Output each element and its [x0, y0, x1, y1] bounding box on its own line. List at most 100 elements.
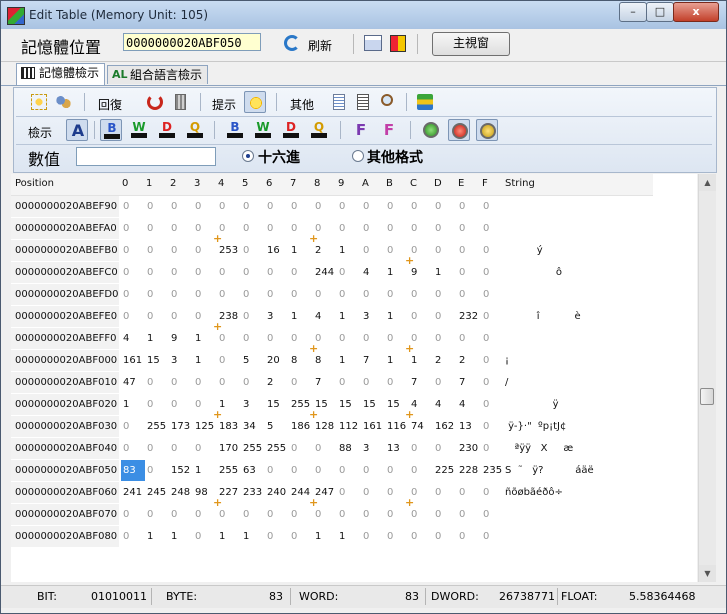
table-row[interactable]: 0000000020ABF030 0 255 173 125 183 34 5 186 128 11… — [11, 416, 697, 438]
byte-cell[interactable]: 0 — [145, 306, 169, 327]
byte-cell[interactable]: 170 — [217, 438, 241, 459]
byte-cell[interactable]: 161 — [121, 350, 145, 371]
byte-cell[interactable]: 0 — [361, 328, 385, 349]
byte-cell[interactable]: 0 — [481, 328, 505, 349]
byte-cell[interactable]: 0 — [193, 196, 217, 217]
byte-cell[interactable]: 0 — [121, 262, 145, 283]
byte-cell[interactable]: 0 — [361, 482, 385, 503]
byte-cell[interactable]: 0 — [337, 504, 361, 525]
byte-cell[interactable]: 0 — [433, 438, 457, 459]
byte-cell[interactable]: 83 — [121, 460, 145, 481]
byte-cell[interactable]: 0 — [337, 284, 361, 305]
byte-cell[interactable]: 0 — [481, 526, 505, 547]
byte-cell[interactable]: 0 — [337, 262, 361, 283]
byte-cell[interactable]: 0 — [193, 284, 217, 305]
byte-cell[interactable]: 15 — [145, 350, 169, 371]
byte-hex-button[interactable]: B — [224, 119, 246, 141]
byte-cell[interactable]: 0 — [337, 460, 361, 481]
byte-cell[interactable]: 0 — [481, 372, 505, 393]
byte-cell[interactable]: 0 — [145, 438, 169, 459]
byte-cell[interactable]: 2 — [265, 372, 289, 393]
byte-cell[interactable]: 0 — [145, 460, 169, 481]
byte-cell[interactable]: 0 — [385, 196, 409, 217]
byte-cell[interactable]: 255 — [145, 416, 169, 437]
float32-button[interactable]: F — [350, 119, 372, 141]
byte-cell[interactable]: 0 — [241, 306, 265, 327]
byte-cell[interactable]: 2 — [433, 350, 457, 371]
byte-cell[interactable]: 0 — [193, 526, 217, 547]
byte-cell[interactable]: 7 — [409, 372, 433, 393]
byte-cell[interactable]: 0 — [361, 284, 385, 305]
table-row[interactable]: 0000000020ABF050 83 0 152 1 255 63 0 0 0 0 0 0 0 225 22… — [11, 460, 697, 482]
byte-cell[interactable]: 7 — [313, 372, 337, 393]
byte-cell[interactable]: 9 — [169, 328, 193, 349]
byte-cell[interactable]: 0 — [409, 438, 433, 459]
byte-cell[interactable]: 248 — [169, 482, 193, 503]
byte-cell[interactable]: 0 — [457, 526, 481, 547]
undo-button[interactable] — [144, 91, 166, 113]
byte-cell[interactable]: 173 — [169, 416, 193, 437]
table-row[interactable]: 0000000020ABF010 47 0 0 0 0 0 2 0 7 0 0 0 7 0 7 0/ — [11, 372, 697, 394]
tab-assembly-view[interactable]: AL 組合語言檢示 — [107, 65, 208, 84]
stack-button[interactable] — [414, 91, 436, 113]
byte-cell[interactable]: 0 — [169, 218, 193, 239]
byte-cell[interactable]: 0 — [385, 526, 409, 547]
byte-cell[interactable]: 0 — [361, 240, 385, 261]
byte-cell[interactable]: 0 — [337, 196, 361, 217]
byte-cell[interactable]: 0 — [145, 394, 169, 415]
byte-cell[interactable]: 0 — [217, 350, 241, 371]
byte-cell[interactable]: 1 — [313, 526, 337, 547]
byte-cell[interactable]: 0 — [289, 460, 313, 481]
byte-cell[interactable]: 0 — [169, 394, 193, 415]
table-row[interactable]: 0000000020ABF070 0 0 0 0 0 0 0 0 0 0 0 0 0 0 0 0 — [11, 504, 697, 526]
byte-cell[interactable]: 15 — [265, 394, 289, 415]
qword-hex-button[interactable]: Q — [308, 119, 330, 141]
byte-cell[interactable]: 0 — [433, 284, 457, 305]
byte-cell[interactable]: 0 — [481, 416, 505, 437]
address-input[interactable]: 0000000020ABF050 — [123, 33, 261, 51]
radio-hex[interactable] — [242, 150, 254, 162]
byte-cell[interactable]: 0 — [265, 196, 289, 217]
byte-cell[interactable]: 63 — [241, 460, 265, 481]
byte-cell[interactable]: 0 — [337, 218, 361, 239]
byte-cell[interactable]: 4 — [313, 306, 337, 327]
byte-cell[interactable]: 0 — [433, 482, 457, 503]
float64-button[interactable]: F — [378, 119, 400, 141]
table-row[interactable]: 0000000020ABEFF0 4 1 9 1 0 0 0 0 0 0 0 0 0 0 0 0 — [11, 328, 697, 350]
byte-cell[interactable]: 0 — [145, 284, 169, 305]
byte-cell[interactable]: 0 — [433, 196, 457, 217]
byte-cell[interactable]: 7 — [361, 350, 385, 371]
byte-cell[interactable]: 0 — [217, 196, 241, 217]
byte-cell[interactable]: 1 — [217, 526, 241, 547]
byte-cell[interactable]: 1 — [337, 306, 361, 327]
byte-cell[interactable]: 1 — [241, 526, 265, 547]
byte-cell[interactable]: 1 — [145, 526, 169, 547]
byte-cell[interactable]: 0 — [385, 284, 409, 305]
byte-cell[interactable]: 0 — [289, 438, 313, 459]
byte-cell[interactable]: 255 — [217, 460, 241, 481]
byte-cell[interactable]: 162 — [433, 416, 457, 437]
vertical-scrollbar[interactable]: ▲ ▼ — [698, 174, 716, 582]
byte-cell[interactable]: 0 — [361, 196, 385, 217]
byte-cell[interactable]: 0 — [457, 328, 481, 349]
byte-cell[interactable]: 0 — [457, 482, 481, 503]
byte-cell[interactable]: 0 — [145, 218, 169, 239]
byte-cell[interactable]: 0 — [169, 438, 193, 459]
byte-cell[interactable]: 0 — [265, 328, 289, 349]
green-light-button[interactable] — [420, 119, 442, 141]
byte-cell[interactable]: 88 — [337, 438, 361, 459]
byte-cell[interactable]: 0 — [289, 284, 313, 305]
byte-cell[interactable]: 0 — [241, 284, 265, 305]
table-row[interactable]: 0000000020ABF000 161 15 3 1 0 5 20 8 8 1 7 1 1 2 2 0 ¡ — [11, 350, 697, 372]
byte-cell[interactable]: 0 — [217, 284, 241, 305]
byte-cell[interactable]: 161 — [361, 416, 385, 437]
radio-hex-label[interactable]: 十六進 — [258, 147, 300, 167]
byte-cell[interactable]: 0 — [433, 306, 457, 327]
byte-cell[interactable]: 0 — [121, 284, 145, 305]
byte-cell[interactable]: 0 — [121, 240, 145, 261]
byte-cell[interactable]: 0 — [361, 372, 385, 393]
byte-cell[interactable]: 233 — [241, 482, 265, 503]
byte-cell[interactable]: 0 — [313, 438, 337, 459]
ascii-view-button[interactable]: A — [66, 119, 88, 141]
byte-cell[interactable]: 0 — [481, 218, 505, 239]
